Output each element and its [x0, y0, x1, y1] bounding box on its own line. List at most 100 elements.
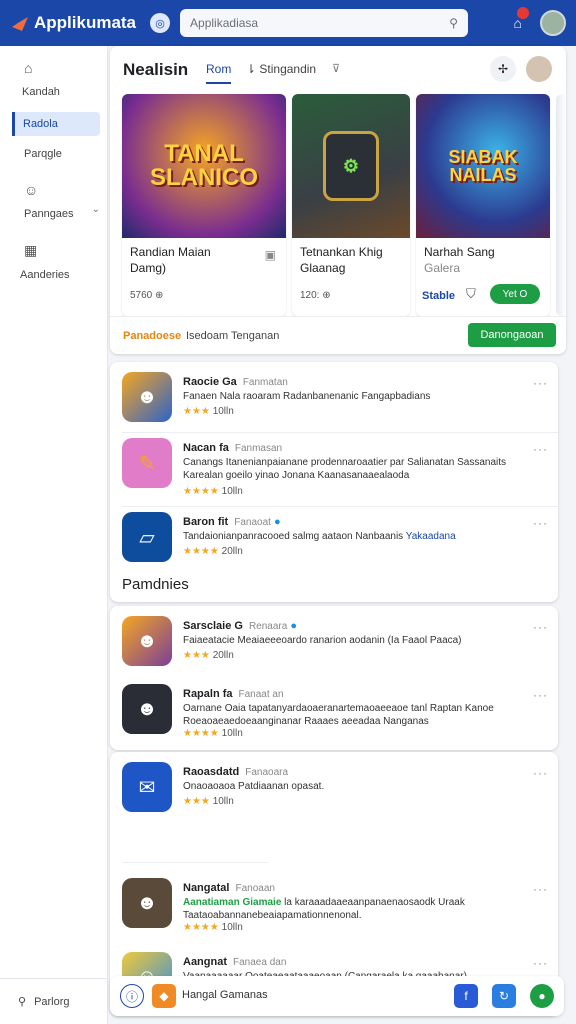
- rating-stars: ★★★★: [183, 546, 219, 557]
- rating-stars: ★★★: [183, 796, 210, 807]
- next-tile-peek[interactable]: [556, 94, 566, 316]
- refresh-icon[interactable]: ↻: [492, 984, 516, 1008]
- facebook-icon[interactable]: f: [454, 984, 478, 1008]
- cart-icon[interactable]: ⛉: [466, 286, 476, 302]
- featured-tile[interactable]: SIABAK NAILAS Narhah Sang Galera Stable ⛉…: [416, 94, 550, 316]
- character-art: ⚙: [323, 131, 379, 201]
- app-description: Onaoaoaoa Patdiaanan opasat.: [183, 781, 325, 792]
- more-icon[interactable]: ···: [533, 442, 548, 456]
- notifications-icon[interactable]: ⌂: [514, 7, 529, 31]
- sidebar-item-panngaes[interactable]: ☺ Panngaes ⌄: [12, 182, 100, 220]
- app-rating: ★★★★ 10lln: [183, 922, 243, 933]
- app-icon[interactable]: ◆: [152, 984, 176, 1008]
- developer-name: Fanoaan: [235, 883, 275, 894]
- rating-stars: ★★★★: [183, 922, 219, 933]
- info-icon[interactable]: ⓘ: [120, 984, 144, 1008]
- promo-label: Panadoese: [123, 330, 182, 342]
- app-rating: ★★★★ 20lln: [183, 546, 243, 557]
- sidebar-item-aanderies[interactable]: ▦ Aanderies: [12, 242, 100, 281]
- search-placeholder: Applikadiasa: [190, 16, 259, 30]
- app-rating: ★★★ 20lln: [183, 650, 234, 661]
- globe-icon[interactable]: ◎: [150, 13, 171, 33]
- featured-tile[interactable]: TANAL SLANICO Randian Maian Damg) ▣ 5760 …: [122, 94, 286, 316]
- more-icon[interactable]: ···: [533, 956, 548, 970]
- featured-tile[interactable]: ⚙ Tetnankan Khig Glaanag 120: ⊕: [292, 94, 410, 316]
- promo-button[interactable]: Danongaoan: [468, 323, 556, 347]
- sidebar-item-parqgle[interactable]: Parqgle: [12, 148, 100, 160]
- profile-avatar[interactable]: [526, 56, 552, 82]
- screen-icon[interactable]: ▣: [265, 248, 276, 262]
- app-icon: ▱: [122, 512, 172, 562]
- app-rating: ★★★★ 10lln: [183, 486, 243, 497]
- rating-count: 10lln: [212, 406, 234, 417]
- app-description: Aanatiaman Giamaie la karaaadaaeaanpanae…: [183, 896, 523, 922]
- get-button[interactable]: Yet O: [490, 284, 540, 304]
- tile-name-line: Narhah Sang: [424, 245, 495, 259]
- list-item[interactable]: ✉ Raoasdatd Fanaoara Onaoaoaoa Patdiaanan…: [110, 752, 558, 826]
- filter-icon[interactable]: ⊽: [332, 62, 340, 75]
- download-icon: ⊕: [322, 290, 331, 301]
- chat-icon[interactable]: ●: [530, 984, 554, 1008]
- list-item[interactable]: ✎ Nacan fa Fanmasan Canangs Itanenianpaia…: [110, 428, 558, 502]
- rating-count: 20lln: [212, 650, 234, 661]
- more-icon[interactable]: ···: [533, 620, 548, 634]
- sidebar-item-radola[interactable]: Radola: [12, 112, 100, 136]
- list-item[interactable]: ▱ Baron fit Fanaoat ● Tandaionianpanracoo…: [110, 502, 558, 576]
- tab-stingandin[interactable]: ⇂ Stingandin: [246, 62, 316, 76]
- add-icon[interactable]: ✢: [490, 56, 516, 82]
- app-name-text: Rapaln fa: [183, 688, 233, 700]
- app-description-link[interactable]: Yakaadana: [406, 531, 456, 542]
- app-name: Nacan fa Fanmasan: [183, 442, 282, 454]
- brand[interactable]: Applikumata: [10, 13, 136, 33]
- featured-title: Nealisin: [123, 60, 189, 79]
- app-rating: ★★★ 10lln: [183, 406, 234, 417]
- sidebar-item-label: Aanderies: [20, 269, 70, 281]
- verified-icon: ●: [274, 516, 281, 528]
- sidebar-item-kandah[interactable]: ⌂ Kandah: [12, 60, 100, 98]
- promo-bar: Panadoese Isedoam Tenganan Danongaoan: [110, 316, 566, 354]
- search-icon[interactable]: ⚲: [449, 16, 458, 30]
- sidebar-item-label: Radola: [23, 118, 58, 130]
- app-name: Baron fit Fanaoat ●: [183, 516, 281, 528]
- more-icon[interactable]: ···: [533, 766, 548, 780]
- tile-art: TANAL SLANICO: [122, 94, 286, 238]
- more-icon[interactable]: ···: [533, 688, 548, 702]
- list-item[interactable]: ☻ Sarsclaie G Renaara ● Faiaeatacie Meaia…: [110, 606, 558, 680]
- more-icon[interactable]: ···: [533, 882, 548, 896]
- divider: [122, 862, 268, 863]
- app-icon: ☻: [122, 684, 172, 734]
- app-name-text: Sarsclaie G: [183, 620, 243, 632]
- featured-card: Nealisin Rom ⇂ Stingandin ⊽ ✢ TANAL SLAN…: [110, 46, 566, 354]
- app-title: Applikumata: [34, 13, 137, 32]
- developer-name: Fanaea dan: [233, 957, 287, 968]
- more-icon[interactable]: ···: [533, 376, 548, 390]
- app-name-text: Aangnat: [183, 956, 227, 968]
- tile-name-line: Tetnankan Khig: [300, 245, 383, 259]
- grid-icon: ▦: [24, 242, 38, 258]
- app-icon: ☻: [122, 372, 172, 422]
- rating-count: 10lln: [212, 796, 234, 807]
- sidebar-bottom-link[interactable]: ⚲ Parlorg: [0, 978, 108, 1024]
- app-name: Nangatal Fanoaan: [183, 882, 275, 894]
- app-description: Fanaen Nala raoaram Radanbanenanic Fanga…: [183, 391, 431, 402]
- avatar[interactable]: [540, 10, 566, 36]
- sidebar-item-label: Kandah: [22, 86, 60, 98]
- search-icon: ⚲: [18, 996, 27, 1008]
- promo-text: Isedoam Tenganan: [186, 330, 280, 342]
- rating-count: 10lln: [221, 486, 243, 497]
- section-title: Pamdnies: [122, 576, 189, 593]
- rating-stars: ★★★★: [183, 728, 219, 739]
- list-item[interactable]: ☻ Rapaln fa Fanaat an Oarnane Oaia tapata…: [110, 674, 558, 748]
- search-input[interactable]: Applikadiasa ⚲: [180, 9, 469, 37]
- app-rating: ★★★★ 10lln: [183, 728, 243, 739]
- chevron-down-icon: ⌄: [91, 204, 100, 215]
- list-item[interactable]: ☻ Raocie Ga Fanmatan Fanaen Nala raoaram …: [110, 362, 558, 436]
- tile-art: SIABAK NAILAS: [416, 94, 550, 238]
- tile-art: ⚙: [292, 94, 410, 238]
- list-item[interactable]: ☻ Nangatal Fanoaan Aanatiaman Giamaie la …: [110, 868, 558, 942]
- more-icon[interactable]: ···: [533, 516, 548, 530]
- app-name-text: Baron fit: [183, 516, 229, 528]
- tab-rom[interactable]: Rom: [206, 62, 232, 84]
- verified-icon: ●: [290, 620, 298, 632]
- home-icon: ⌂: [24, 60, 33, 76]
